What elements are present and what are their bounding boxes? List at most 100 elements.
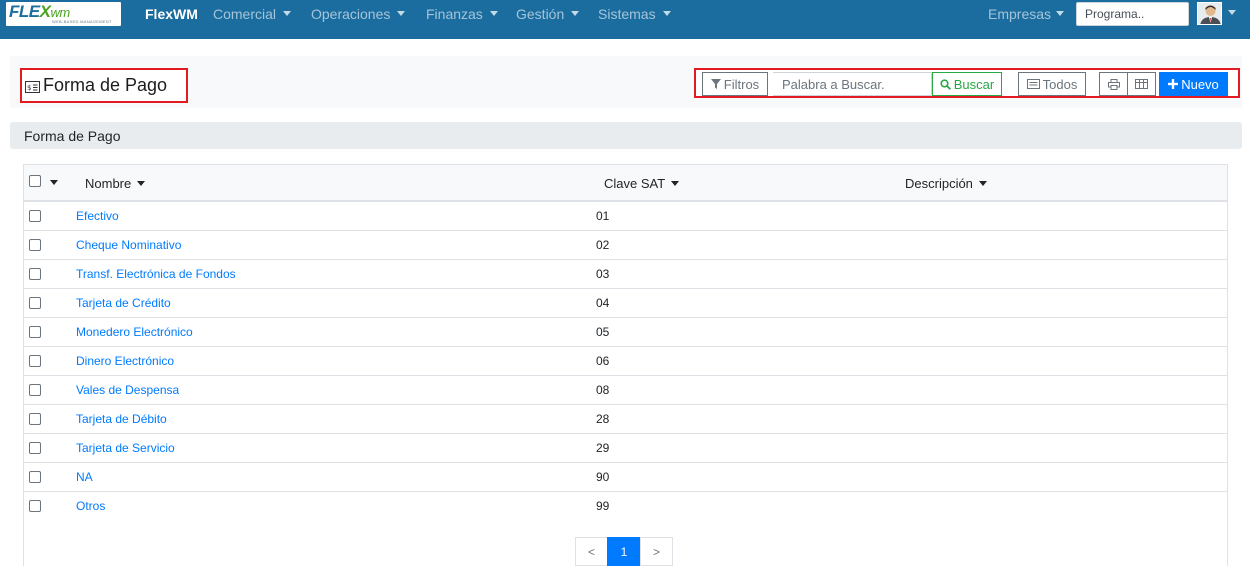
svg-text:$: $ <box>27 84 31 92</box>
plus-icon <box>1168 79 1179 89</box>
user-icon <box>1198 3 1221 24</box>
row-name-link[interactable]: Tarjeta de Crédito <box>76 296 171 310</box>
menu-empresas[interactable]: Empresas <box>988 6 1065 22</box>
row-code: 02 <box>596 238 610 252</box>
toolbar: Filtros Buscar Todos Nuevo <box>694 68 1240 98</box>
row-code: 04 <box>596 296 610 310</box>
chevron-down-icon <box>662 11 671 16</box>
columns-button[interactable] <box>1127 72 1156 96</box>
pagination: < 1 > <box>575 537 673 566</box>
row-code: 08 <box>596 383 610 397</box>
search-icon <box>940 78 951 90</box>
page-title-box: $ Forma de Pago <box>20 68 188 103</box>
menu-finanzas[interactable]: Finanzas <box>426 6 498 22</box>
menu-comercial[interactable]: Comercial <box>213 6 292 22</box>
select-all-checkbox[interactable] <box>29 175 41 187</box>
new-button-label: Nuevo <box>1181 76 1219 92</box>
card-icon: $ <box>25 81 40 93</box>
table-row: Otros 99 <box>24 492 1227 521</box>
table-row: Cheque Nominativo 02 <box>24 231 1227 260</box>
filters-label: Filtros <box>723 76 760 92</box>
column-label: Descripción <box>905 176 973 191</box>
row-code: 28 <box>596 412 610 426</box>
menu-sistemas[interactable]: Sistemas <box>598 6 671 22</box>
row-name-link[interactable]: Cheque Nominativo <box>76 238 181 252</box>
top-navbar: FLEXwm WEB-BASED MANAGEMENT FlexWM Comer… <box>0 0 1250 39</box>
print-button[interactable] <box>1099 72 1127 96</box>
row-name-link[interactable]: Vales de Despensa <box>76 383 179 397</box>
logo-text: FLE <box>9 2 40 21</box>
menu-operaciones[interactable]: Operaciones <box>311 6 406 22</box>
filter-icon <box>710 79 721 89</box>
menu-gestion[interactable]: Gestión <box>516 6 580 22</box>
table-header: Nombre Clave SAT Descripción <box>24 165 1227 202</box>
row-name-link[interactable]: Tarjeta de Servicio <box>76 441 175 455</box>
row-name-link[interactable]: Efectivo <box>76 209 119 223</box>
all-button[interactable]: Todos <box>1018 72 1086 96</box>
row-name-link[interactable]: NA <box>76 470 93 484</box>
menu-label: Operaciones <box>311 6 391 22</box>
column-label: Clave SAT <box>604 176 666 191</box>
menu-label: Comercial <box>213 6 277 22</box>
chevron-down-icon <box>1056 11 1065 16</box>
prev-page-button[interactable]: < <box>575 537 608 566</box>
keyword-search-input[interactable] <box>773 72 932 96</box>
table-row: Transf. Electrónica de Fondos 03 <box>24 260 1227 289</box>
row-checkbox[interactable] <box>29 297 41 309</box>
column-header-name[interactable]: Nombre <box>85 176 146 191</box>
chevron-down-icon[interactable] <box>1228 10 1236 15</box>
page-header: $ Forma de Pago Filtros Buscar Todos <box>10 56 1242 108</box>
table-row: Vales de Despensa 08 <box>24 376 1227 405</box>
search-button-label: Buscar <box>953 76 995 92</box>
row-checkbox[interactable] <box>29 268 41 280</box>
row-checkbox[interactable] <box>29 500 41 512</box>
table-row: Tarjeta de Débito 28 <box>24 405 1227 434</box>
row-checkbox[interactable] <box>29 384 41 396</box>
table-row: Efectivo 01 <box>24 202 1227 231</box>
user-avatar-icon[interactable] <box>1197 2 1222 25</box>
sort-caret-icon <box>137 181 146 186</box>
print-icon <box>1107 78 1120 90</box>
row-checkbox[interactable] <box>29 210 41 222</box>
page-title: Forma de Pago <box>43 75 168 95</box>
list-icon <box>1026 79 1040 89</box>
row-code: 90 <box>596 470 610 484</box>
program-search-input[interactable] <box>1076 2 1189 26</box>
row-checkbox[interactable] <box>29 326 41 338</box>
new-button[interactable]: Nuevo <box>1159 72 1228 96</box>
row-checkbox[interactable] <box>29 413 41 425</box>
row-name-link[interactable]: Dinero Electrónico <box>76 354 174 368</box>
row-checkbox[interactable] <box>29 239 41 251</box>
row-name-link[interactable]: Transf. Electrónica de Fondos <box>76 267 236 281</box>
section-title: Forma de Pago <box>24 128 121 144</box>
logo-text-x: X <box>39 2 51 21</box>
next-page-button[interactable]: > <box>640 537 673 566</box>
row-code: 05 <box>596 325 610 339</box>
section-header: Forma de Pago <box>10 122 1242 149</box>
row-checkbox[interactable] <box>29 471 41 483</box>
table-row: Tarjeta de Crédito 04 <box>24 289 1227 318</box>
row-checkbox[interactable] <box>29 442 41 454</box>
search-button[interactable]: Buscar <box>932 72 1002 96</box>
logo-text-wm: wm <box>50 5 70 20</box>
flexwm-logo[interactable]: FLEXwm WEB-BASED MANAGEMENT <box>6 2 121 26</box>
row-code: 01 <box>596 209 610 223</box>
column-label: Nombre <box>85 176 132 191</box>
row-code: 29 <box>596 441 610 455</box>
row-name-link[interactable]: Tarjeta de Débito <box>76 412 167 426</box>
page-button-current[interactable]: 1 <box>607 537 641 566</box>
select-options-caret-icon[interactable] <box>50 180 58 185</box>
column-header-description[interactable]: Descripción <box>905 176 987 191</box>
row-name-link[interactable]: Otros <box>76 499 105 513</box>
table-row: Monedero Electrónico 05 <box>24 318 1227 347</box>
sort-caret-icon <box>978 181 987 186</box>
column-header-clave-sat[interactable]: Clave SAT <box>604 176 680 191</box>
row-code: 03 <box>596 267 610 281</box>
menu-label: Gestión <box>516 6 565 22</box>
chevron-down-icon <box>283 11 292 16</box>
row-checkbox[interactable] <box>29 355 41 367</box>
nav-brand[interactable]: FlexWM <box>145 6 198 22</box>
row-name-link[interactable]: Monedero Electrónico <box>76 325 193 339</box>
filters-button[interactable]: Filtros <box>702 72 768 96</box>
menu-label: Sistemas <box>598 6 656 22</box>
